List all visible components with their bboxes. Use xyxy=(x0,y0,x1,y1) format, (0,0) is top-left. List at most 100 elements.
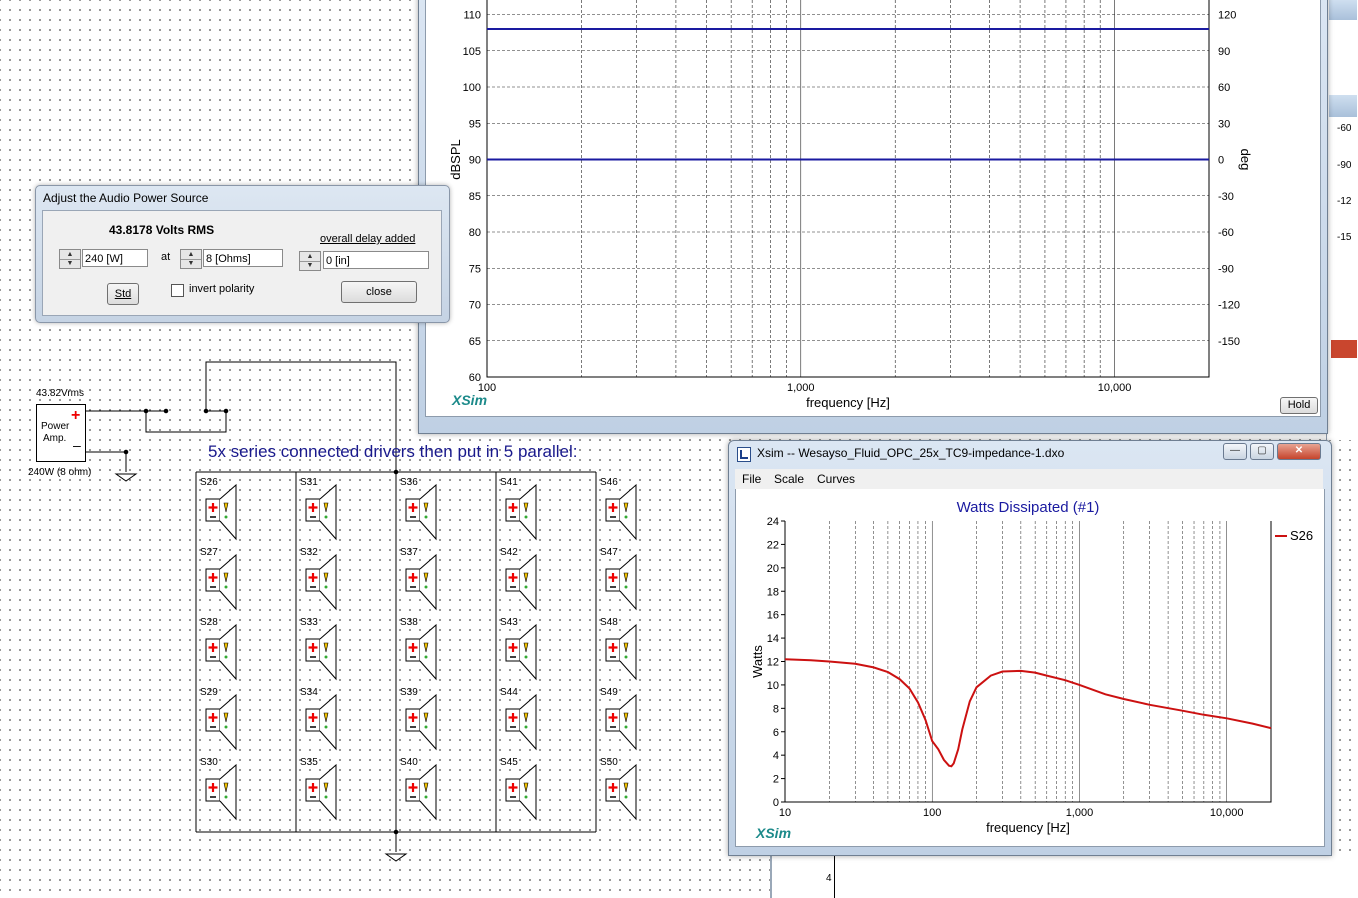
y-axis-label: dBSPL xyxy=(448,139,463,179)
y-tick-label: 12 xyxy=(767,657,779,669)
speaker-s27[interactable]: S27 xyxy=(198,547,240,613)
speaker-s40[interactable]: S40 xyxy=(398,757,440,823)
junction xyxy=(393,469,399,475)
power-spinner[interactable]: ▲ ▼ xyxy=(59,249,81,269)
plot-frame xyxy=(784,521,1272,803)
wire xyxy=(114,473,408,862)
y-tick-label: 2 xyxy=(773,774,779,786)
y-tick-label: 85 xyxy=(469,191,481,203)
amp-minus-icon: – xyxy=(73,437,81,453)
speaker-icon xyxy=(205,483,237,541)
speaker-s37[interactable]: S37 xyxy=(398,547,440,613)
amp-rating-label: 240W (8 ohm) xyxy=(28,467,92,478)
maximize-button[interactable]: ▢ xyxy=(1250,443,1274,460)
power-source-dialog[interactable]: Adjust the Audio Power Source 43.8178 Vo… xyxy=(35,185,450,323)
speaker-s31[interactable]: S31 xyxy=(298,477,340,543)
watts-chart: 02468101214161820222410 100 1,000 10,000fre… xyxy=(750,499,1313,835)
chart-title: Watts Dissipated (#1) xyxy=(957,499,1100,516)
speaker-icon xyxy=(305,763,337,821)
delay-input[interactable]: 0 [in] xyxy=(323,251,429,269)
spin-down-icon[interactable]: ▼ xyxy=(60,259,80,268)
speaker-s29[interactable]: S29 xyxy=(198,687,240,753)
speaker-icon xyxy=(605,553,637,611)
x-tick-label: 1,000 xyxy=(787,382,815,394)
y-tick-label: 22 xyxy=(767,539,779,551)
spl-brand-logo: XSim xyxy=(452,392,488,408)
menu-scale[interactable]: Scale xyxy=(774,472,804,486)
y-tick-label: 75 xyxy=(469,263,481,275)
speaker-s35[interactable]: S35 xyxy=(298,757,340,823)
speaker-icon xyxy=(605,483,637,541)
y2-axis-label: deg xyxy=(1238,149,1253,171)
speaker-s38[interactable]: S38 xyxy=(398,617,440,683)
x-axis-label: frequency [Hz] xyxy=(986,820,1070,835)
speaker-s41[interactable]: S41 xyxy=(498,477,540,543)
speaker-icon xyxy=(205,623,237,681)
close-button[interactable]: close xyxy=(341,281,417,303)
speaker-icon xyxy=(205,693,237,751)
speaker-icon xyxy=(505,693,537,751)
y-tick-label: 100 xyxy=(463,82,481,94)
speaker-s50[interactable]: S50 xyxy=(598,757,640,823)
menu-file[interactable]: File xyxy=(742,472,761,486)
speaker-s26[interactable]: S26 xyxy=(198,477,240,543)
amp-voltage-label: 43.82Vrms xyxy=(36,388,84,399)
bg-tick-1: -60 xyxy=(1337,123,1352,134)
speaker-icon xyxy=(505,763,537,821)
y2-tick-label: -30 xyxy=(1218,191,1234,203)
amp-box[interactable]: Power Amp. + – xyxy=(36,404,86,462)
y-tick-label: 4 xyxy=(773,750,779,762)
speaker-s30[interactable]: S30 xyxy=(198,757,240,823)
y-tick-label: 24 xyxy=(767,516,779,528)
speaker-s46[interactable]: S46 xyxy=(598,477,640,543)
bg-tick-2: -90 xyxy=(1337,160,1352,171)
x-tick-label: 1,000 xyxy=(1066,807,1094,819)
speaker-s36[interactable]: S36 xyxy=(398,477,440,543)
impedance-input[interactable]: 8 [Ohms] xyxy=(203,249,283,267)
spl-window[interactable]: 60 65 70 75 80 85 90 95 100 105 110 -150 -120 -90 -60 -… xyxy=(418,0,1328,434)
menu-curves[interactable]: Curves xyxy=(817,472,855,486)
y2-tick-label: 30 xyxy=(1218,118,1230,130)
speaker-icon xyxy=(505,623,537,681)
invert-polarity-label: invert polarity xyxy=(189,283,255,295)
speaker-s43[interactable]: S43 xyxy=(498,617,540,683)
delay-spinner[interactable]: ▲ ▼ xyxy=(299,251,321,271)
spin-down-icon[interactable]: ▼ xyxy=(181,259,201,268)
speaker-icon xyxy=(405,623,437,681)
background-window-edge: -60 -90 -12 -15 xyxy=(1326,0,1358,440)
speaker-s45[interactable]: S45 xyxy=(498,757,540,823)
watts-window[interactable]: Xsim -- Wesayso_Fluid_OPC_25x_TC9-impeda… xyxy=(728,440,1332,856)
std-button[interactable]: Std xyxy=(107,283,139,305)
spl-chart: 60 65 70 75 80 85 90 95 100 105 110 -150 -120 -90 -60 -… xyxy=(448,0,1253,410)
speaker-s47[interactable]: S47 xyxy=(598,547,640,613)
speaker-icon xyxy=(605,693,637,751)
volts-rms-label: 43.8178 Volts RMS xyxy=(109,223,215,237)
speaker-s33[interactable]: S33 xyxy=(298,617,340,683)
junction xyxy=(393,829,399,835)
y2-tick-label: -90 xyxy=(1218,263,1234,275)
wire xyxy=(86,451,127,472)
junction xyxy=(163,408,169,414)
speaker-s48[interactable]: S48 xyxy=(598,617,640,683)
speaker-s39[interactable]: S39 xyxy=(398,687,440,753)
impedance-spinner[interactable]: ▲ ▼ xyxy=(180,249,202,269)
window-close-button[interactable]: ✕ xyxy=(1277,443,1321,460)
background-window-bottom: 4 xyxy=(770,855,1358,898)
speaker-s28[interactable]: S28 xyxy=(198,617,240,683)
hold-button[interactable]: Hold xyxy=(1280,397,1318,414)
speaker-s34[interactable]: S34 xyxy=(298,687,340,753)
watts-brand-logo: XSim xyxy=(756,825,792,841)
invert-polarity-checkbox[interactable] xyxy=(171,284,184,297)
bg-tick-4: -15 xyxy=(1337,232,1352,243)
amp-label-power: Power xyxy=(41,421,70,432)
speaker-s49[interactable]: S49 xyxy=(598,687,640,753)
spin-down-icon[interactable]: ▼ xyxy=(300,261,320,270)
y-tick-label: 6 xyxy=(773,727,779,739)
speaker-s44[interactable]: S44 xyxy=(498,687,540,753)
speaker-s32[interactable]: S32 xyxy=(298,547,340,613)
minimize-button[interactable]: — xyxy=(1223,443,1247,460)
y-tick-label: 80 xyxy=(469,227,481,239)
x-tick-label: 10,000 xyxy=(1210,807,1244,819)
power-input[interactable]: 240 [W] xyxy=(82,249,148,267)
speaker-s42[interactable]: S42 xyxy=(498,547,540,613)
